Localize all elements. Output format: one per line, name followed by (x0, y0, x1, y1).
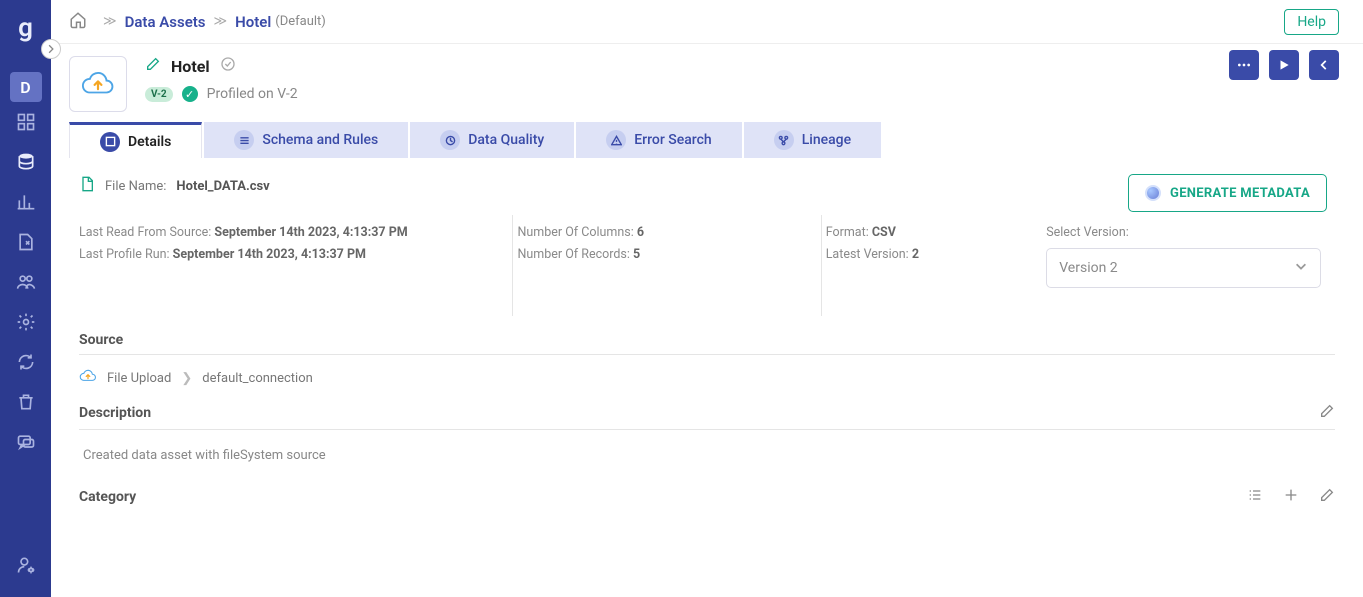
file-name-label: File Name: (105, 179, 166, 194)
breadcrumb-bar: ≫ Data Assets ≫ Hotel (Default) Help (51, 0, 1363, 44)
sidebar-item-refresh[interactable] (0, 342, 51, 382)
sidebar-item-trash[interactable] (0, 382, 51, 422)
collapse-panel-button[interactable] (1309, 50, 1339, 80)
version-select[interactable]: Version 2 (1046, 248, 1321, 288)
tab-bar: Details Schema and Rules Data Quality Er… (51, 122, 1363, 158)
chevron-icon: ≫ (214, 14, 228, 29)
num-columns-label: Number Of Columns: (517, 225, 633, 240)
details-content: GENERATE METADATA File Name: Hotel_DATA.… (51, 158, 1363, 597)
category-section-title: Category (79, 487, 1335, 507)
latest-version-label: Latest Version: (826, 247, 909, 262)
edit-title-icon[interactable] (145, 56, 161, 76)
source-type: File Upload (107, 371, 171, 386)
chevron-icon: ≫ (103, 14, 117, 29)
file-icon (79, 176, 95, 196)
tab-schema[interactable]: Schema and Rules (204, 122, 408, 158)
breadcrumb-current: Hotel (235, 13, 271, 31)
tab-label: Error Search (634, 132, 711, 148)
asset-header: Hotel V-2 ✓ Profiled on V-2 (51, 44, 1363, 122)
description-text: Created data asset with fileSystem sourc… (79, 444, 1335, 471)
tab-details[interactable]: Details (69, 122, 202, 158)
last-read-value: September 14th 2023, 4:13:37 PM (214, 225, 407, 240)
num-records-label: Number Of Records: (517, 247, 629, 262)
quality-tab-icon (440, 130, 460, 150)
asset-title: Hotel (171, 57, 210, 76)
home-icon[interactable] (69, 11, 87, 33)
last-profile-label: Last Profile Run: (79, 247, 170, 262)
tab-label: Schema and Rules (262, 132, 378, 148)
error-tab-icon (606, 130, 626, 150)
select-version-label: Select Version: (1046, 225, 1321, 240)
num-columns-value: 6 (637, 225, 644, 240)
generate-metadata-label: GENERATE METADATA (1170, 186, 1310, 201)
run-button[interactable] (1269, 50, 1299, 80)
sidebar-item-export[interactable] (0, 222, 51, 262)
file-name-value: Hotel_DATA.csv (176, 179, 269, 194)
sidebar-item-chat[interactable] (0, 422, 51, 462)
sidebar-item-current[interactable]: D (10, 72, 42, 102)
sidebar-item-user-settings[interactable] (0, 545, 51, 585)
edit-description-icon[interactable] (1319, 403, 1335, 423)
sidebar-item-database[interactable] (0, 142, 51, 182)
metadata-grid: Last Read From Source: September 14th 20… (79, 214, 1335, 316)
last-profile-value: September 14th 2023, 4:13:37 PM (173, 247, 366, 262)
lineage-tab-icon (774, 130, 794, 150)
add-category-icon[interactable] (1283, 487, 1299, 507)
tab-label: Lineage (802, 132, 851, 148)
chevron-icon: ❯ (181, 371, 192, 386)
latest-version-value: 2 (912, 247, 919, 262)
tab-data-quality[interactable]: Data Quality (410, 122, 574, 158)
left-sidebar: g D (0, 0, 51, 597)
sidebar-item-chart[interactable] (0, 182, 51, 222)
list-category-icon[interactable] (1247, 487, 1263, 507)
main-panel: ≫ Data Assets ≫ Hotel (Default) Help Hot… (51, 0, 1363, 597)
chevron-down-icon (1294, 259, 1308, 277)
verified-icon (220, 56, 236, 76)
format-value: CSV (872, 225, 896, 240)
help-button[interactable]: Help (1284, 9, 1339, 35)
tab-lineage[interactable]: Lineage (744, 122, 881, 158)
breadcrumb-suffix: (Default) (275, 14, 326, 29)
profiled-check-icon: ✓ (182, 86, 198, 102)
version-badge: V-2 (145, 87, 173, 102)
header-actions (1229, 50, 1339, 80)
sidebar-item-grid[interactable] (0, 102, 51, 142)
num-records-value: 5 (633, 247, 640, 262)
edit-category-icon[interactable] (1319, 487, 1335, 507)
more-actions-button[interactable] (1229, 50, 1259, 80)
source-connection: default_connection (202, 371, 313, 386)
format-label: Format: (826, 225, 869, 240)
details-tab-icon (100, 132, 120, 152)
tab-label: Details (128, 134, 171, 150)
schema-tab-icon (234, 130, 254, 150)
breadcrumb-data-assets[interactable]: Data Assets (125, 13, 206, 31)
tab-label: Data Quality (468, 132, 544, 148)
sidebar-item-users[interactable] (0, 262, 51, 302)
source-section-title: Source (79, 332, 1335, 348)
last-read-label: Last Read From Source: (79, 225, 211, 240)
sidebar-item-settings[interactable] (0, 302, 51, 342)
profiled-status-text: Profiled on V-2 (207, 86, 298, 102)
asset-type-icon (69, 56, 127, 112)
version-select-value: Version 2 (1059, 260, 1117, 276)
sparkle-icon (1145, 185, 1161, 201)
cloud-upload-icon (79, 369, 97, 387)
tab-error-search[interactable]: Error Search (576, 122, 741, 158)
source-path: File Upload ❯ default_connection (79, 369, 1335, 387)
generate-metadata-button[interactable]: GENERATE METADATA (1128, 174, 1327, 212)
description-section-title: Description (79, 403, 1335, 423)
